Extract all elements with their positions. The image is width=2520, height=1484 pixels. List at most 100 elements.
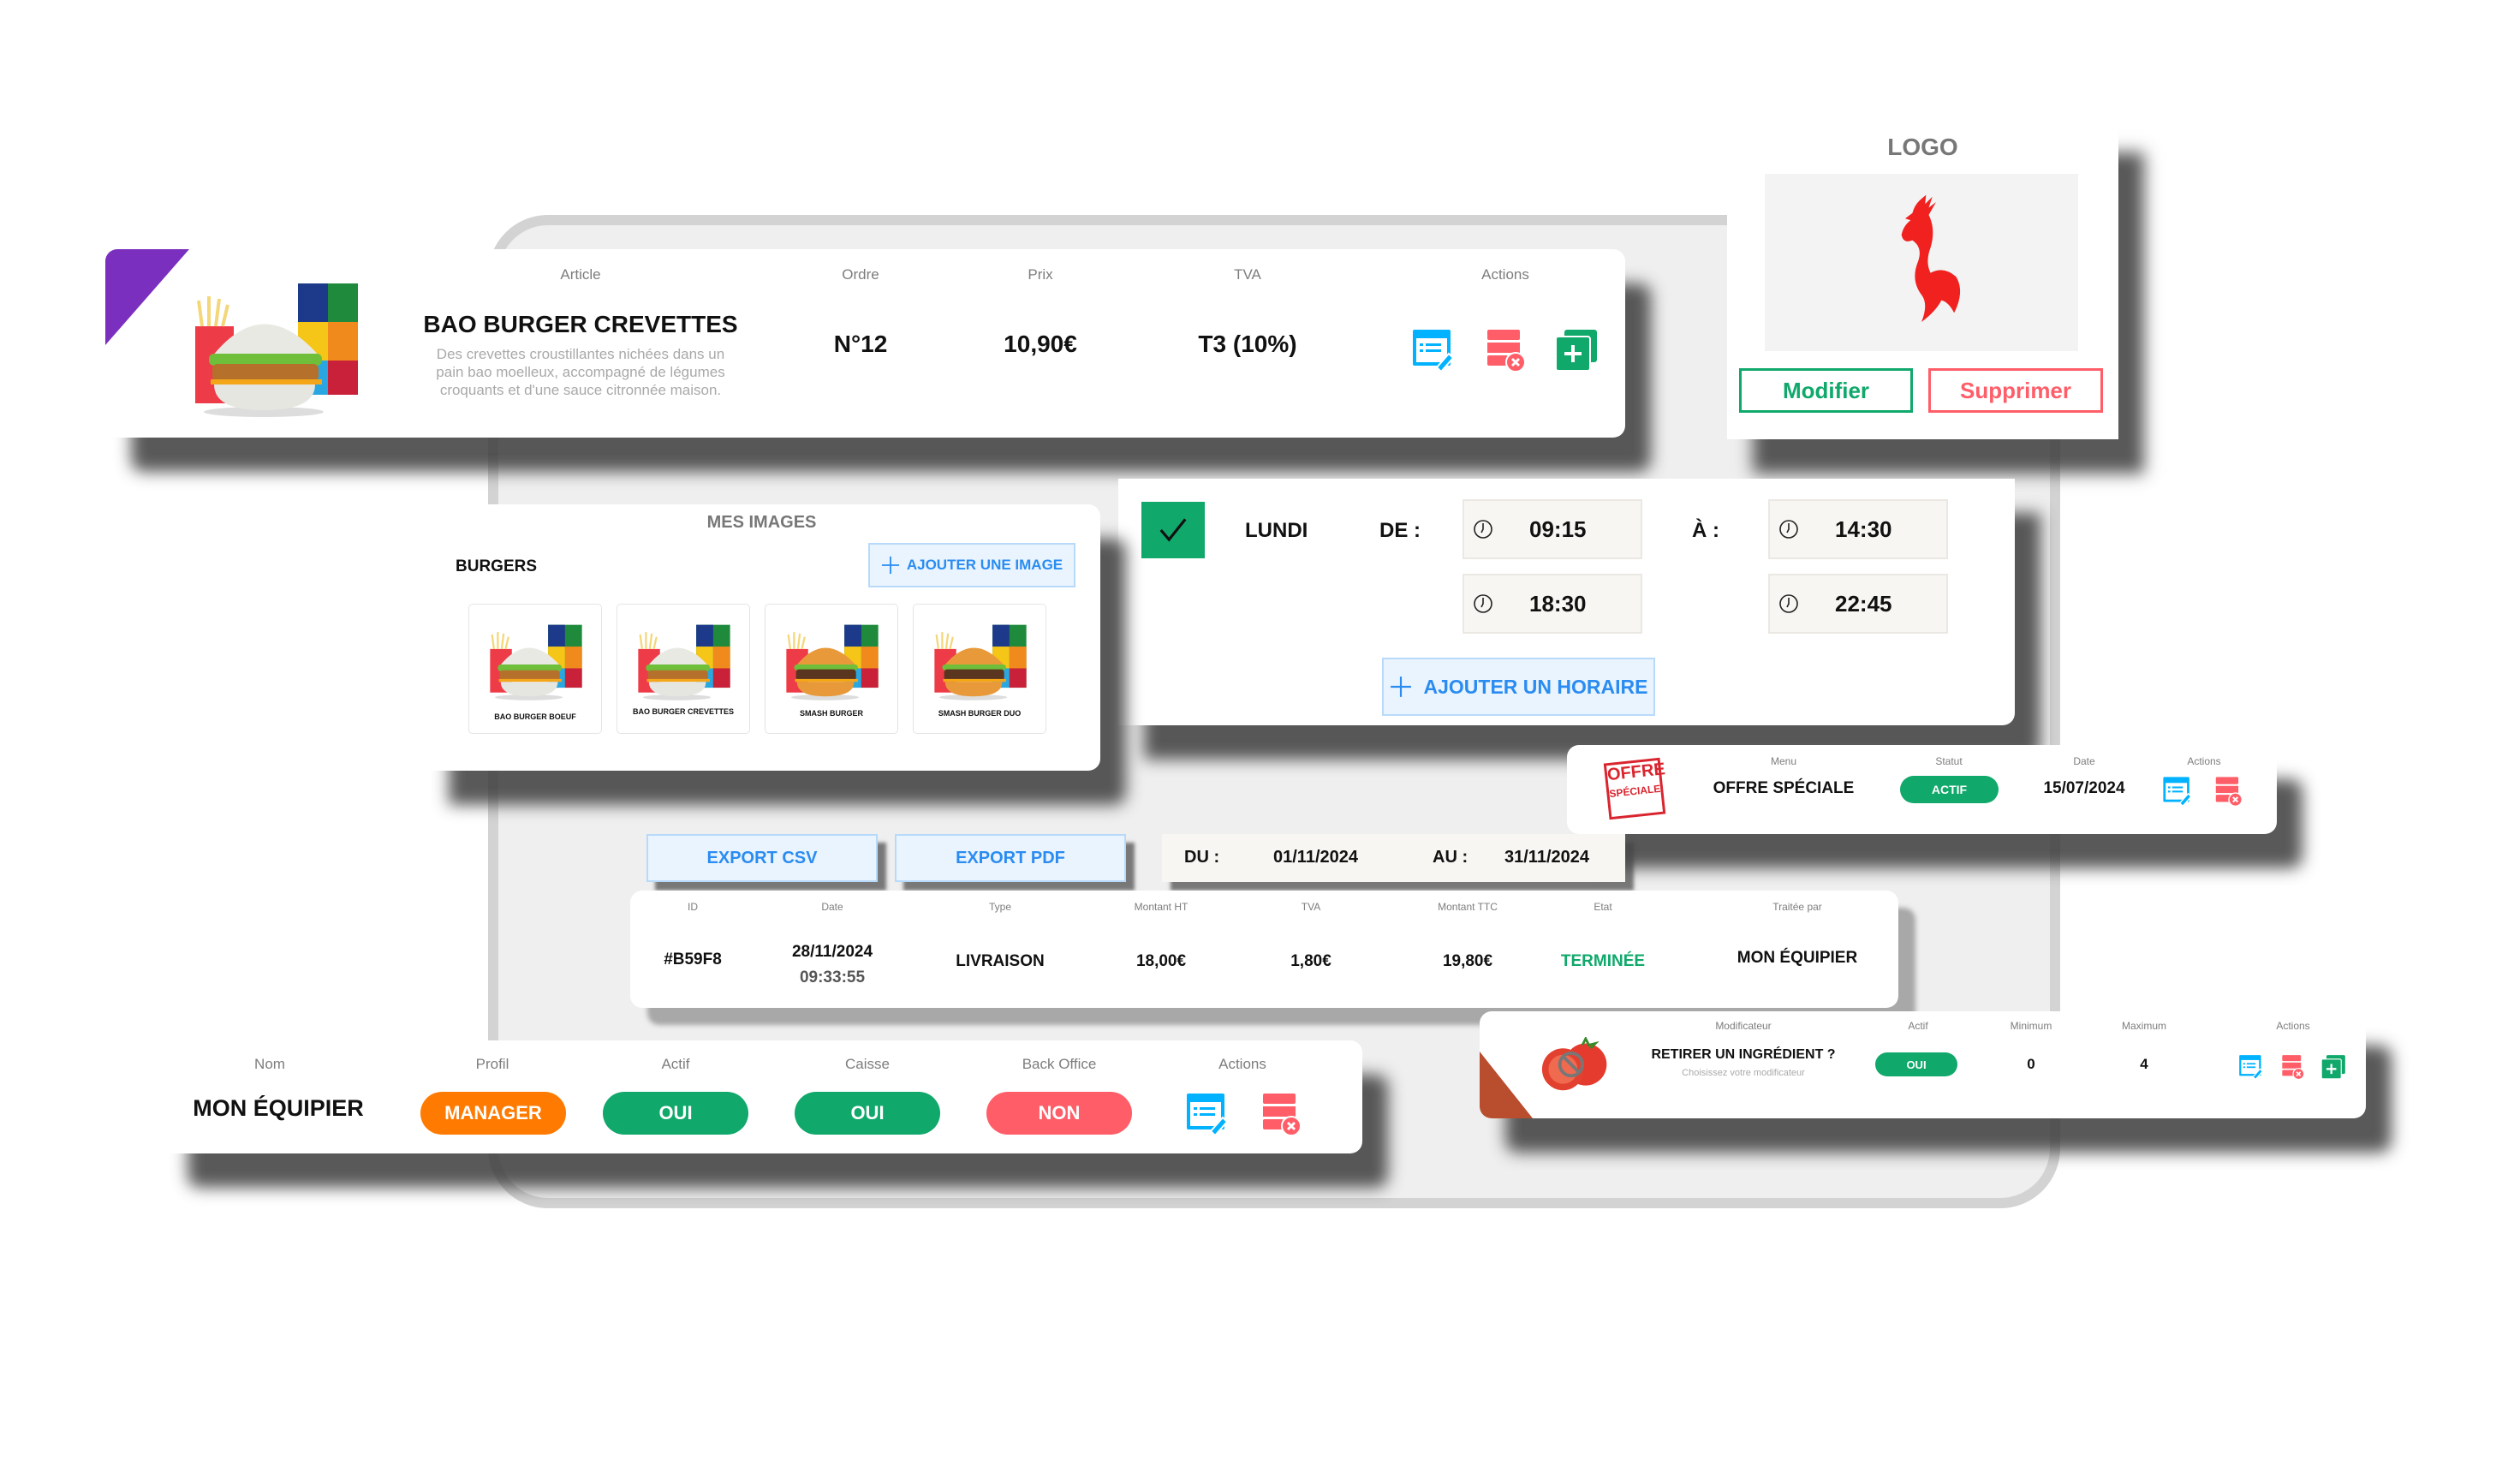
images-card: MES IMAGES BURGERS AJOUTER UNE IMAGE BAO…: [423, 504, 1100, 771]
modifier-active-badge: OUI: [1875, 1052, 1957, 1076]
burger-image: [924, 620, 1037, 702]
time-to-2[interactable]: 22:45: [1768, 574, 1948, 634]
plus-icon: [881, 556, 900, 575]
burger-image: [480, 620, 593, 702]
to-label: À :: [1692, 519, 1719, 542]
offer-card: OFFRE SPÉCIALE Menu Statut Date Actions …: [1567, 745, 2277, 834]
header-caisse: Caisse: [845, 1056, 890, 1072]
image-tile[interactable]: BAO BURGER BOEUF: [468, 604, 602, 734]
duplicate-icon[interactable]: [1554, 328, 1599, 372]
modifier-minimum: 0: [2027, 1056, 2035, 1072]
burger-image: [628, 620, 741, 702]
header-actif: Actif: [661, 1056, 690, 1072]
offer-status-badge: ACTIF: [1900, 776, 1999, 803]
image-tile[interactable]: SMASH BURGER DUO: [913, 604, 1046, 734]
duplicate-icon[interactable]: [2320, 1054, 2346, 1080]
cell-id: #B59F8: [664, 951, 722, 968]
logo-card: LOGO Modifier Supprimer: [1727, 118, 2118, 439]
burger-image: [776, 620, 889, 702]
header-back-office: Back Office: [1022, 1056, 1097, 1072]
special-offer-badge: OFFRE SPÉCIALE: [1603, 757, 1666, 820]
active-toggle[interactable]: OUI: [603, 1092, 748, 1135]
staff-name: MON ÉQUIPIER: [193, 1095, 364, 1121]
header-traitee-par: Traitée par: [1772, 901, 1822, 913]
edit-icon[interactable]: [1411, 328, 1456, 372]
modifier-card: Modificateur Actif Minimum Maximum Actio…: [1480, 1011, 2366, 1118]
article-description: Des crevettes croustillantes nichées dan…: [436, 346, 725, 398]
schedule-card: LUNDI DE : À : 09:15 14:30 18:30 22:45 A…: [1118, 479, 2015, 725]
header-tva: TVA: [1301, 901, 1321, 913]
cell-etat: TERMINÉE: [1560, 952, 1646, 970]
article-accent-triangle: [105, 249, 189, 345]
export-pdf-button[interactable]: EXPORT PDF: [895, 834, 1126, 882]
modifier-subtitle: Choisissez votre modificateur: [1682, 1068, 1805, 1078]
offer-menu: OFFRE SPÉCIALE: [1713, 779, 1855, 797]
modifier-accent-triangle: [1480, 1052, 1533, 1118]
delete-icon[interactable]: [1484, 328, 1528, 372]
modifier-maximum: 4: [2140, 1056, 2148, 1072]
logo-title: LOGO: [1887, 134, 1958, 160]
add-image-button[interactable]: AJOUTER UNE IMAGE: [868, 543, 1075, 587]
logo-image-box: [1765, 174, 2078, 351]
clock-icon: [1473, 518, 1493, 540]
cell-tva: 1,80€: [1290, 952, 1331, 970]
from-date[interactable]: 01/11/2024: [1273, 848, 1358, 867]
caisse-toggle[interactable]: OUI: [795, 1092, 940, 1135]
header-date: Date: [821, 901, 843, 913]
header-montant-ttc: Montant TTC: [1438, 901, 1498, 913]
header-prix: Prix: [1028, 266, 1053, 283]
modifier-title: RETIRER UN INGRÉDIENT ?: [1651, 1047, 1836, 1062]
day-label: LUNDI: [1245, 519, 1308, 542]
edit-icon[interactable]: [2162, 776, 2193, 807]
article-image: [178, 275, 375, 420]
header-profil: Profil: [475, 1056, 509, 1072]
images-category: BURGERS: [456, 557, 538, 575]
header-id: ID: [688, 901, 698, 913]
article-name: BAO BURGER CREVETTES: [423, 311, 738, 337]
date-range-filter[interactable]: DU : 01/11/2024 AU : 31/11/2024: [1162, 834, 1625, 882]
back-office-toggle[interactable]: NON: [986, 1092, 1132, 1135]
header-menu: Menu: [1770, 755, 1797, 767]
delete-icon[interactable]: [1260, 1092, 1304, 1136]
profile-badge[interactable]: MANAGER: [420, 1092, 566, 1135]
delete-icon[interactable]: [2280, 1054, 2306, 1080]
header-date: Date: [2073, 755, 2095, 767]
export-csv-button[interactable]: EXPORT CSV: [646, 834, 878, 882]
header-actions: Actions: [2187, 755, 2221, 767]
header-etat: Etat: [1594, 901, 1612, 913]
time-to-1[interactable]: 14:30: [1768, 499, 1948, 559]
header-actions: Actions: [1218, 1056, 1266, 1072]
cell-type: LIVRAISON: [956, 952, 1045, 970]
header-ordre: Ordre: [842, 266, 879, 283]
time-from-2[interactable]: 18:30: [1463, 574, 1642, 634]
to-date[interactable]: 31/11/2024: [1504, 848, 1589, 867]
cell-montant-ttc: 19,80€: [1442, 952, 1493, 970]
edit-icon[interactable]: [2238, 1054, 2264, 1080]
time-from-1[interactable]: 09:15: [1463, 499, 1642, 559]
article-prix: 10,90€: [1004, 331, 1077, 357]
header-actif: Actif: [1908, 1020, 1928, 1032]
from-label: DU :: [1184, 848, 1220, 867]
edit-icon[interactable]: [1185, 1092, 1230, 1136]
image-tile[interactable]: BAO BURGER CREVETTES: [617, 604, 750, 734]
article-tva: T3 (10%): [1198, 331, 1297, 357]
staff-card: Nom Profil Actif Caisse Back Office Acti…: [162, 1040, 1362, 1153]
transactions-table: ID Date Type Montant HT TVA Montant TTC …: [630, 891, 1898, 1008]
header-type: Type: [988, 901, 1012, 913]
clock-icon: [1778, 518, 1799, 540]
header-minimum: Minimum: [2010, 1020, 2052, 1032]
header-actions: Actions: [1481, 266, 1529, 283]
header-maximum: Maximum: [2121, 1020, 2167, 1032]
rooster-logo-icon: [1901, 194, 1961, 323]
add-schedule-button[interactable]: AJOUTER UN HORAIRE: [1382, 658, 1655, 716]
cell-date: 28/11/2024: [791, 943, 873, 961]
offer-date: 15/07/2024: [2043, 779, 2125, 797]
cell-traitee-par: MON ÉQUIPIER: [1737, 949, 1858, 967]
cell-montant-ht: 18,00€: [1135, 952, 1187, 970]
delete-logo-button[interactable]: Supprimer: [1928, 368, 2103, 413]
delete-icon[interactable]: [2213, 776, 2244, 807]
image-tile[interactable]: SMASH BURGER: [765, 604, 898, 734]
modify-logo-button[interactable]: Modifier: [1739, 368, 1913, 413]
header-nom: Nom: [254, 1056, 285, 1072]
day-checkbox[interactable]: [1141, 502, 1205, 558]
